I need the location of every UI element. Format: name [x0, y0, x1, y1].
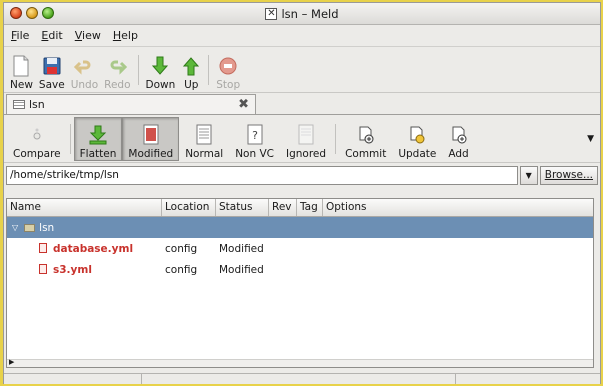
tree-header: Name Location Status Rev Tag Options [7, 199, 593, 217]
horizontal-scrollbar[interactable]: ▶ [7, 358, 593, 367]
new-document-icon [13, 55, 29, 76]
column-name[interactable]: Name [7, 199, 162, 216]
table-row[interactable]: s3.yml config Modified [7, 259, 593, 280]
column-tag[interactable]: Tag [297, 199, 323, 216]
file-name: s3.yml [53, 263, 92, 276]
menu-help[interactable]: Help [110, 27, 141, 44]
file-status: Modified [219, 263, 264, 276]
tab-label: lsn [29, 98, 45, 111]
menu-view[interactable]: View [72, 27, 104, 44]
table-row[interactable]: database.yml config Modified [7, 238, 593, 259]
status-panel [142, 374, 456, 384]
redo-button[interactable]: Redo [101, 49, 133, 91]
file-status: Modified [219, 242, 264, 255]
modified-file-icon [39, 242, 47, 253]
scroll-left-arrow-icon[interactable]: ▶ [9, 358, 14, 366]
folder-icon [24, 223, 36, 232]
commit-icon [359, 126, 374, 143]
root-folder-name: lsn [39, 221, 55, 234]
unknown-file-icon: ? [247, 124, 263, 144]
add-icon [452, 126, 467, 143]
path-input[interactable] [6, 165, 518, 185]
update-icon [410, 126, 425, 143]
path-bar: ▼ Browse... [4, 163, 600, 187]
close-tab-icon[interactable]: ✖ [238, 97, 249, 112]
toolbar-separator [208, 54, 210, 85]
chevron-down-icon: ▼ [525, 170, 532, 180]
column-status[interactable]: Status [216, 199, 269, 216]
modified-file-icon [39, 263, 47, 274]
file-location: config [165, 242, 198, 255]
x11-app-icon: ✕ [265, 7, 278, 20]
arrow-down-icon [152, 56, 169, 75]
close-window-button[interactable] [10, 7, 22, 19]
file-tree[interactable]: Name Location Status Rev Tag Options ▽ l… [6, 198, 594, 368]
browse-button[interactable]: Browse... [539, 165, 598, 185]
status-panel [456, 374, 600, 384]
undo-button[interactable]: Undo [68, 49, 101, 91]
menu-file[interactable]: File [8, 27, 32, 44]
update-button[interactable]: Update [392, 117, 442, 161]
file-location: config [165, 263, 198, 276]
column-options[interactable]: Options [323, 199, 593, 216]
redo-arrow-icon [110, 60, 128, 75]
overflow-chevron-down-icon[interactable]: ▼ [587, 134, 594, 144]
modified-file-icon [143, 124, 159, 144]
save-button[interactable]: Save [36, 49, 68, 91]
file-name: database.yml [53, 242, 134, 255]
toolbar-separator [137, 54, 139, 85]
non-vc-toggle[interactable]: ? Non VC [229, 117, 280, 161]
tree-root-row[interactable]: ▽ lsn [7, 217, 593, 238]
tab-lsn[interactable]: lsn ✖ [6, 94, 256, 114]
status-bar [4, 373, 600, 384]
modified-toggle[interactable]: Modified [122, 116, 180, 161]
normal-file-icon [196, 124, 212, 144]
vc-toolbar: Compare Flatten Modified Normal ? Non VC… [4, 115, 600, 163]
down-button[interactable]: Down [143, 49, 179, 91]
new-button[interactable]: New [7, 49, 36, 91]
main-toolbar: New Save Undo Redo Down Up Stop [4, 47, 600, 93]
terminal-tab-icon [13, 100, 25, 109]
svg-text:?: ? [252, 129, 258, 142]
window-controls [10, 7, 54, 19]
ignored-toggle[interactable]: Ignored [280, 117, 332, 161]
commit-button[interactable]: Commit [339, 117, 392, 161]
flatten-arrow-icon [89, 125, 107, 144]
ignored-file-icon [298, 124, 314, 144]
compare-icon [33, 128, 41, 139]
compare-button[interactable]: Compare [7, 117, 67, 161]
stop-button[interactable]: Stop [213, 49, 243, 91]
status-panel [4, 374, 142, 384]
title-bar: ✕ lsn – Meld [4, 3, 600, 25]
maximize-window-button[interactable] [42, 7, 54, 19]
menu-edit[interactable]: Edit [38, 27, 65, 44]
minimize-window-button[interactable] [26, 7, 38, 19]
up-button[interactable]: Up [178, 49, 204, 91]
column-location[interactable]: Location [162, 199, 216, 216]
tab-strip: lsn ✖ [4, 93, 600, 115]
window-title: lsn – Meld [281, 6, 339, 21]
floppy-disk-icon [43, 57, 61, 74]
expander-triangle-icon[interactable]: ▽ [7, 223, 18, 232]
add-button[interactable]: Add [442, 117, 474, 161]
toolbar-separator [335, 123, 337, 154]
arrow-up-icon [183, 56, 200, 75]
path-history-dropdown[interactable]: ▼ [519, 165, 538, 185]
undo-arrow-icon [74, 60, 91, 75]
normal-toggle[interactable]: Normal [179, 117, 229, 161]
toolbar-separator [69, 123, 71, 154]
flatten-toggle[interactable]: Flatten [73, 116, 123, 161]
stop-icon [219, 57, 237, 74]
column-rev[interactable]: Rev [269, 199, 297, 216]
menu-bar: File Edit View Help [4, 25, 600, 47]
